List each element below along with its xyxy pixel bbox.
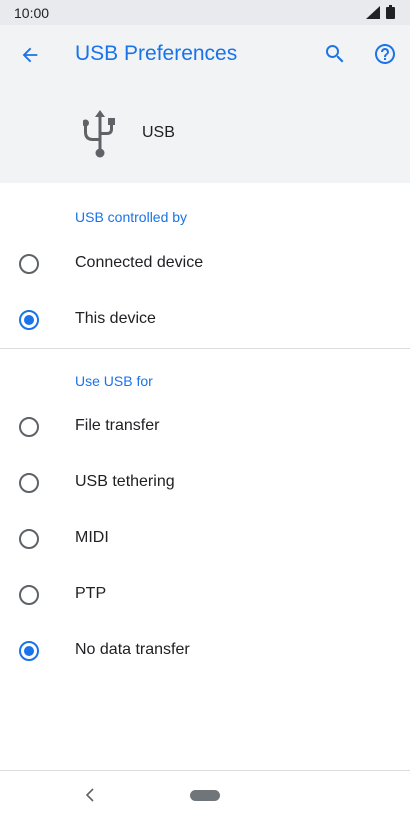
radio-ptp[interactable] [19, 585, 39, 605]
status-time: 10:00 [14, 5, 50, 21]
page-title: USB Preferences [75, 42, 238, 65]
option-label: MIDI [75, 529, 109, 546]
option-label: This device [75, 310, 156, 327]
option-usb-tethering[interactable]: USB tethering [0, 455, 410, 511]
option-no-data-transfer[interactable]: No data transfer [0, 623, 410, 679]
option-connected-device[interactable]: Connected device [0, 236, 410, 292]
option-label: File transfer [75, 417, 160, 434]
battery-icon [386, 5, 395, 24]
app-header: USB Preferences USB [0, 25, 410, 183]
radio-this-device[interactable] [19, 310, 39, 330]
option-label: PTP [75, 585, 107, 602]
help-icon [375, 44, 395, 64]
usb-controlled-by-heading: USB controlled by [75, 209, 188, 225]
signal-icon [366, 6, 380, 24]
radio-no-data-transfer[interactable] [19, 641, 39, 661]
search-icon [326, 45, 344, 63]
status-bar: 10:00 [0, 0, 410, 25]
option-label: Connected device [75, 254, 204, 271]
use-usb-for-heading: Use USB for [75, 373, 153, 389]
chevron-left-icon [85, 788, 94, 802]
radio-usb-tethering[interactable] [19, 473, 39, 493]
option-label: No data transfer [75, 641, 190, 658]
radio-connected-device[interactable] [19, 254, 39, 274]
option-file-transfer[interactable]: File transfer [0, 399, 410, 455]
usb-label: USB [142, 124, 175, 141]
nav-back-button[interactable] [82, 784, 98, 806]
radio-file-transfer[interactable] [19, 417, 39, 437]
back-button[interactable] [14, 41, 46, 69]
radio-midi[interactable] [19, 529, 39, 549]
option-this-device[interactable]: This device [0, 292, 410, 348]
option-label: USB tethering [75, 473, 175, 490]
arrow-back-icon [22, 47, 38, 63]
nav-home-button[interactable] [190, 790, 220, 801]
nav-bar-divider [0, 770, 410, 771]
help-button[interactable] [370, 39, 400, 69]
section-divider [0, 348, 410, 349]
option-ptp[interactable]: PTP [0, 567, 410, 623]
option-midi[interactable]: MIDI [0, 511, 410, 567]
usb-icon [82, 110, 117, 163]
search-button[interactable] [320, 39, 350, 69]
